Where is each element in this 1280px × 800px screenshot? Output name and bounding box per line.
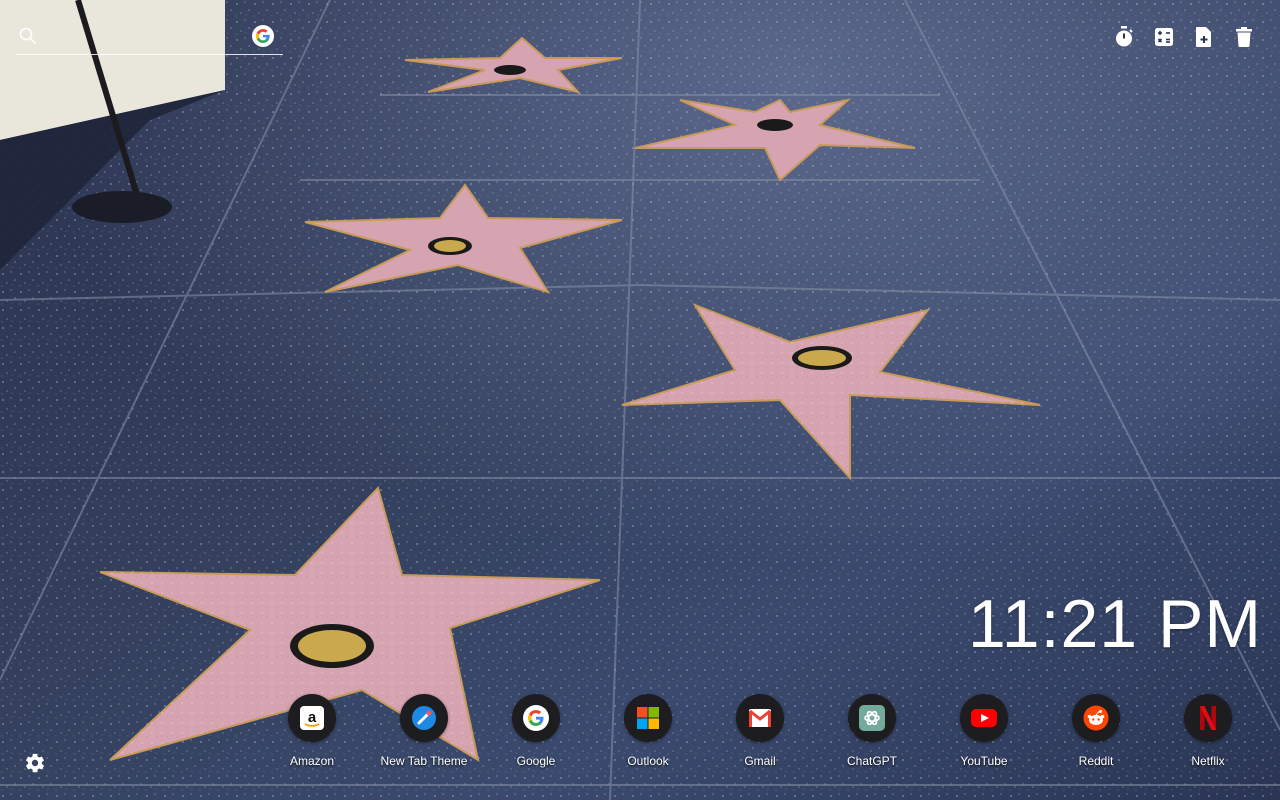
new-tab-theme-icon	[400, 694, 448, 742]
shortcut-new-tab-theme[interactable]: New Tab Theme	[368, 694, 480, 768]
shortcut-label: Amazon	[289, 754, 335, 768]
shortcut-google[interactable]: Google	[480, 694, 592, 768]
amazon-icon: a	[288, 694, 336, 742]
youtube-icon	[960, 694, 1008, 742]
reddit-icon	[1072, 694, 1120, 742]
clock: 11:21 PM	[967, 586, 1262, 662]
shortcut-label: New Tab Theme	[380, 754, 468, 768]
timer-icon[interactable]	[1112, 25, 1136, 49]
shortcut-youtube[interactable]: YouTube	[928, 694, 1040, 768]
shortcut-outlook[interactable]: Outlook	[592, 694, 704, 768]
shortcut-label: Outlook	[627, 754, 669, 768]
shortcut-label: YouTube	[960, 754, 1008, 768]
google-icon	[512, 694, 560, 742]
shortcut-label: Google	[516, 754, 556, 768]
gmail-icon	[736, 694, 784, 742]
search-bar	[16, 20, 283, 55]
shortcut-amazon[interactable]: a Amazon	[256, 694, 368, 768]
shortcut-chatgpt[interactable]: ChatGPT	[816, 694, 928, 768]
calculator-icon[interactable]	[1152, 25, 1176, 49]
background-wallpaper	[0, 0, 1280, 800]
google-search-engine-icon[interactable]	[252, 25, 274, 47]
shortcut-label: ChatGPT	[846, 754, 897, 768]
shortcut-label: Netflix	[1191, 754, 1225, 768]
shortcut-label: Gmail	[744, 754, 776, 768]
toolbar	[1112, 25, 1256, 49]
shortcut-label: Reddit	[1078, 754, 1114, 768]
shortcut-reddit[interactable]: Reddit	[1040, 694, 1152, 768]
new-note-icon[interactable]	[1192, 25, 1216, 49]
chatgpt-icon	[848, 694, 896, 742]
shortcut-netflix[interactable]: Netflix	[1152, 694, 1264, 768]
search-input[interactable]	[46, 24, 250, 50]
shortcut-dock: a Amazon New Tab Theme Google Outlook Gm…	[256, 694, 1264, 768]
gear-icon[interactable]	[24, 752, 48, 776]
shortcut-gmail[interactable]: Gmail	[704, 694, 816, 768]
svg-text:a: a	[308, 709, 317, 726]
outlook-icon	[624, 694, 672, 742]
search-icon[interactable]	[18, 26, 38, 46]
netflix-icon	[1184, 694, 1232, 742]
trash-icon[interactable]	[1232, 25, 1256, 49]
